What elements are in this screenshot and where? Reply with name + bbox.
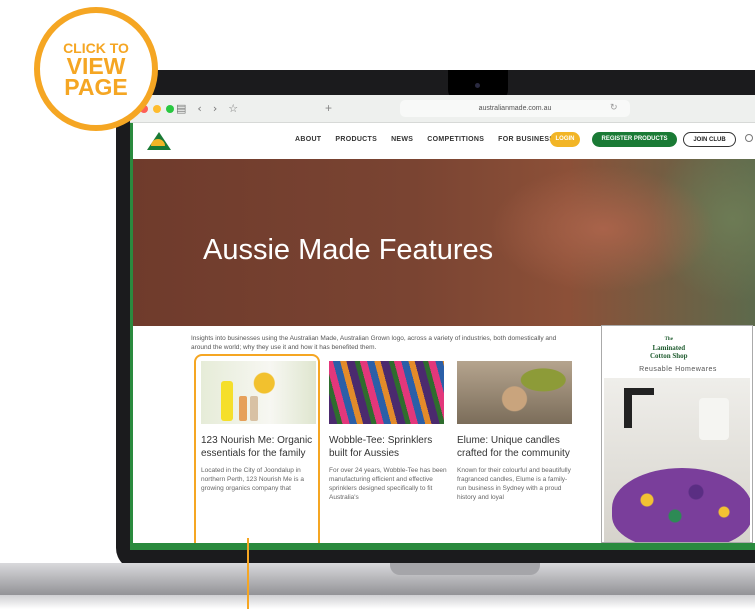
maximize-window-icon[interactable] xyxy=(166,105,174,113)
main-nav: ABOUT PRODUCTS NEWS COMPETITIONS FOR BUS… xyxy=(295,136,554,143)
sidebar-advert[interactable]: The Laminated Cotton Shop Reusable Homew… xyxy=(601,325,753,543)
browser-nav-icons: ▤ ‹ › ☆ xyxy=(176,102,238,115)
advert-brand-line1: Laminated xyxy=(652,344,686,352)
nav-about[interactable]: ABOUT xyxy=(295,136,321,143)
article-title[interactable]: 123 Nourish Me: Organic essentials for t… xyxy=(201,434,319,460)
nav-products[interactable]: PRODUCTS xyxy=(335,136,377,143)
address-bar[interactable]: australianmade.com.au xyxy=(400,100,630,117)
article-card[interactable]: Elume: Unique candles crafted for the co… xyxy=(457,361,575,502)
article-title[interactable]: Wobble-Tee: Sprinklers built for Aussies xyxy=(329,434,447,460)
pointer-line xyxy=(247,538,249,609)
search-icon[interactable] xyxy=(745,134,753,142)
article-excerpt: For over 24 years, Wobble-Tee has been m… xyxy=(329,467,447,501)
camera-icon xyxy=(475,83,480,88)
article-image[interactable] xyxy=(201,361,316,424)
click-to-view-badge[interactable]: CLICK TO VIEW PAGE xyxy=(34,7,158,131)
website: ABOUT PRODUCTS NEWS COMPETITIONS FOR BUS… xyxy=(133,123,755,543)
advert-brand-line2: Cotton Shop xyxy=(650,352,688,360)
article-image[interactable] xyxy=(457,361,572,424)
nav-competitions[interactable]: COMPETITIONS xyxy=(427,136,484,143)
login-button[interactable]: LOGIN xyxy=(550,132,580,147)
advert-image[interactable] xyxy=(604,378,750,542)
product-showcase: ▤ ‹ › ☆ + australianmade.com.au ↻ ABOUT … xyxy=(0,0,755,609)
register-products-button[interactable]: REGISTER PRODUCTS xyxy=(592,132,677,147)
new-tab-icon[interactable]: + xyxy=(325,101,332,115)
advert-brand-small: The xyxy=(664,337,673,342)
intro-text: Insights into businesses using the Austr… xyxy=(191,335,557,351)
article-title[interactable]: Elume: Unique candles crafted for the co… xyxy=(457,434,575,460)
forward-icon[interactable]: › xyxy=(213,102,217,115)
article-excerpt: Located in the City of Joondalup in nort… xyxy=(201,467,304,492)
reload-icon[interactable]: ↻ xyxy=(610,102,618,113)
minimize-window-icon[interactable] xyxy=(153,105,161,113)
laptop-shadow xyxy=(0,595,755,609)
advert-brand-logo: The Laminated Cotton Shop xyxy=(650,336,688,360)
browser-toolbar: ▤ ‹ › ☆ + australianmade.com.au ↻ xyxy=(130,95,755,123)
sidebar-icon[interactable]: ▤ xyxy=(176,102,186,115)
join-club-button[interactable]: JOIN CLUB xyxy=(683,132,736,147)
page-title: Aussie Made Features xyxy=(203,234,494,266)
hero-banner: Aussie Made Features xyxy=(133,159,755,326)
kangaroo-logo-icon xyxy=(151,139,165,146)
laptop-opening-notch xyxy=(390,563,540,575)
shower-cap-shape xyxy=(612,468,750,542)
jar-shape xyxy=(699,398,729,440)
tap-shape xyxy=(624,388,632,428)
advert-subtitle: Reusable Homewares xyxy=(639,366,717,373)
laptop-base xyxy=(0,563,755,597)
site-header: ABOUT PRODUCTS NEWS COMPETITIONS FOR BUS… xyxy=(133,123,755,159)
badge-line3: PAGE xyxy=(64,74,128,100)
laptop-screen: ▤ ‹ › ☆ + australianmade.com.au ↻ ABOUT … xyxy=(130,95,755,550)
star-icon[interactable]: ☆ xyxy=(228,102,238,115)
back-icon[interactable]: ‹ xyxy=(197,102,201,115)
article-excerpt: Known for their colourful and beautifull… xyxy=(457,467,571,501)
article-card[interactable]: 123 Nourish Me: Organic essentials for t… xyxy=(201,361,319,493)
nav-for-business[interactable]: FOR BUSINESS xyxy=(498,136,554,143)
article-card[interactable]: Wobble-Tee: Sprinklers built for Aussies… xyxy=(329,361,447,502)
nav-news[interactable]: NEWS xyxy=(391,136,413,143)
article-image[interactable] xyxy=(329,361,444,424)
